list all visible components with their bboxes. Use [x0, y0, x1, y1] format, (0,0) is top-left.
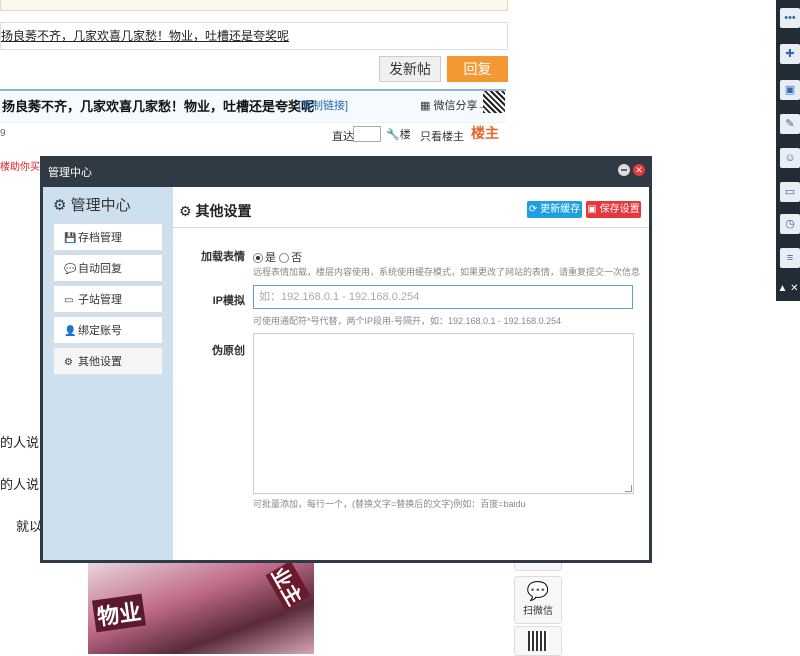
toolbar-collapse-button[interactable]: ▲ ✕	[776, 280, 800, 298]
sidebar-heading: ⚙ 管理中心	[53, 194, 131, 215]
post-image: 物业 业主	[88, 563, 314, 654]
monitor-icon: ▭	[64, 295, 74, 306]
qr-code-icon	[528, 631, 548, 651]
sidebar-item-label: 其他设置	[78, 356, 122, 368]
divider	[173, 227, 649, 228]
ip-help: 可使用通配符*号代替，两个IP段用-号隔开，如：192.168.0.1 - 19…	[253, 316, 562, 326]
qr-widget[interactable]	[514, 626, 562, 656]
sidebar-item-bind-account[interactable]: 👤 绑定账号	[53, 316, 163, 344]
emoji-no-radio[interactable]: 否	[279, 252, 302, 264]
resize-handle[interactable]	[625, 485, 632, 492]
user-icon[interactable]: ☺	[780, 148, 800, 168]
author-badge: 楼主	[471, 125, 499, 141]
refresh-icon: ⟳	[528, 204, 538, 215]
post-title: 扬良莠不齐，几家欢喜几家愁！物业，吐槽还是夸奖呢	[2, 99, 315, 114]
right-toolbar: ••• ✚ ▣ ✎ ☺ ▭ ◷ ≡ ▲ ✕	[776, 0, 800, 301]
sidebar-heading-label: 管理中心	[70, 197, 131, 214]
thread-title-link[interactable]: 扬良莠不齐，几家欢喜几家愁！物业，吐槽还是夸奖呢	[0, 22, 508, 50]
radio-icon	[253, 253, 263, 264]
add-icon[interactable]: ✚	[780, 44, 800, 64]
gear-icon: ⚙	[64, 357, 73, 368]
close-icon: ✕	[635, 165, 643, 175]
wechat-scan-widget[interactable]: 💬 扫微信	[514, 576, 562, 624]
emoji-label: 加载表情	[201, 251, 245, 263]
save-settings-label: 保存设置	[599, 204, 640, 215]
pseudo-original-label: 伪原创	[212, 345, 245, 357]
comment-icon: 💬	[64, 264, 77, 275]
save-icon: ▣	[587, 204, 597, 215]
user-icon: 👤	[64, 326, 77, 337]
modal-body: ⚙ 管理中心 💾 存档管理 💬 自动回复 ▭ 子站管理 👤 绑定账号 ⚙ 其他设置 ⚙ 其…	[43, 187, 649, 560]
panel-title-label: 其他设置	[195, 203, 252, 219]
reply-button[interactable]: 回复	[447, 56, 508, 82]
body-text: 的人说	[0, 435, 40, 450]
text-icon[interactable]: ≡	[780, 248, 800, 268]
sidebar-item-label: 子站管理	[78, 294, 122, 306]
wechat-share-label: 微信分享→	[433, 100, 489, 112]
qr-code-icon	[483, 91, 505, 113]
ip-input[interactable]: 如：192.168.0.1 - 192.168.0.254	[253, 285, 633, 309]
emoji-yes-radio[interactable]: 是	[253, 252, 276, 264]
settings-panel: ⚙ 其他设置 ⟳ 更新缓存 ▣ 保存设置 加载表情 是 否 远程表情加载，楼层内…	[173, 187, 649, 560]
wechat-icon: 💬	[526, 581, 550, 601]
modal-title: 管理中心	[48, 167, 92, 179]
refresh-cache-button[interactable]: ⟳ 更新缓存	[527, 201, 582, 218]
emoji-no-label: 否	[291, 252, 303, 264]
refresh-cache-label: 更新缓存	[540, 204, 581, 215]
goto-floor-label: 直达	[332, 131, 354, 143]
sidebar-item-archive[interactable]: 💾 存档管理	[53, 223, 163, 251]
gears-icon: ⚙	[53, 197, 67, 214]
new-post-button[interactable]: 发新帖	[379, 56, 441, 82]
minimize-button[interactable]	[618, 164, 630, 176]
wechat-icon: ▦	[420, 100, 431, 112]
admin-modal: 管理中心 ✕ ⚙ 管理中心 💾 存档管理 💬 自动回复 ▭ 子站管理 👤 绑定账号 ⚙ 其…	[40, 156, 652, 563]
image-label: 业主	[265, 563, 311, 611]
panel-title: ⚙ 其他设置	[179, 201, 251, 221]
modal-sidebar: ⚙ 管理中心 💾 存档管理 💬 自动回复 ▭ 子站管理 👤 绑定账号 ⚙ 其他设置	[43, 187, 173, 560]
edit-icon[interactable]: ✎	[780, 114, 800, 134]
emoji-help: 远程表情加载，楼层内容使用，系统使用缓存模式，如果更改了网站的表情，请重复提交一…	[253, 267, 641, 277]
goto-floor-input[interactable]	[353, 126, 381, 142]
save-settings-button[interactable]: ▣ 保存设置	[586, 201, 641, 218]
sidebar-item-label: 自动回复	[78, 263, 122, 275]
clock-icon[interactable]: ◷	[780, 214, 800, 234]
divider	[0, 122, 506, 123]
screen-icon[interactable]: ▣	[780, 80, 800, 100]
sidebar-item-substation[interactable]: ▭ 子站管理	[53, 285, 163, 313]
emoji-radio-group: 是 否	[253, 249, 302, 265]
pseudo-original-help: 可批量添加，每行一个，(替换文字=替换后的文字)例如：百度=baidu	[253, 499, 526, 509]
only-author-link[interactable]: 只看楼主	[420, 128, 464, 144]
monitor-icon[interactable]: ▭	[780, 182, 800, 202]
wechat-scan-label: 扫微信	[523, 606, 553, 617]
image-label: 物业	[92, 593, 146, 633]
sidebar-item-other-settings[interactable]: ⚙ 其他设置	[53, 347, 163, 375]
goto-floor-button[interactable]: 🔧楼	[386, 126, 411, 142]
save-icon: 💾	[64, 233, 77, 244]
body-text: 就以	[16, 519, 43, 534]
copy-link[interactable]: [复制链接]	[298, 97, 348, 113]
pseudo-original-textarea[interactable]	[253, 333, 634, 494]
close-button[interactable]: ✕	[633, 164, 645, 176]
sidebar-item-label: 存档管理	[78, 232, 122, 244]
sidebar-item-label: 绑定账号	[78, 325, 122, 337]
radio-icon	[279, 253, 290, 264]
top-strip	[0, 0, 508, 11]
goto-floor-button-label: 楼	[399, 129, 411, 141]
wechat-share-link[interactable]: ▦ 微信分享→	[420, 97, 488, 113]
chat-icon[interactable]: •••	[780, 8, 800, 28]
body-text: 的人说	[0, 477, 40, 492]
sidebar-item-auto-reply[interactable]: 💬 自动回复	[53, 254, 163, 282]
ip-label: IP模拟	[212, 295, 245, 307]
gear-icon: ⚙	[179, 203, 192, 219]
post-number: 9	[0, 128, 6, 139]
wrench-icon: 🔧	[386, 129, 400, 141]
emoji-yes-label: 是	[265, 252, 276, 264]
